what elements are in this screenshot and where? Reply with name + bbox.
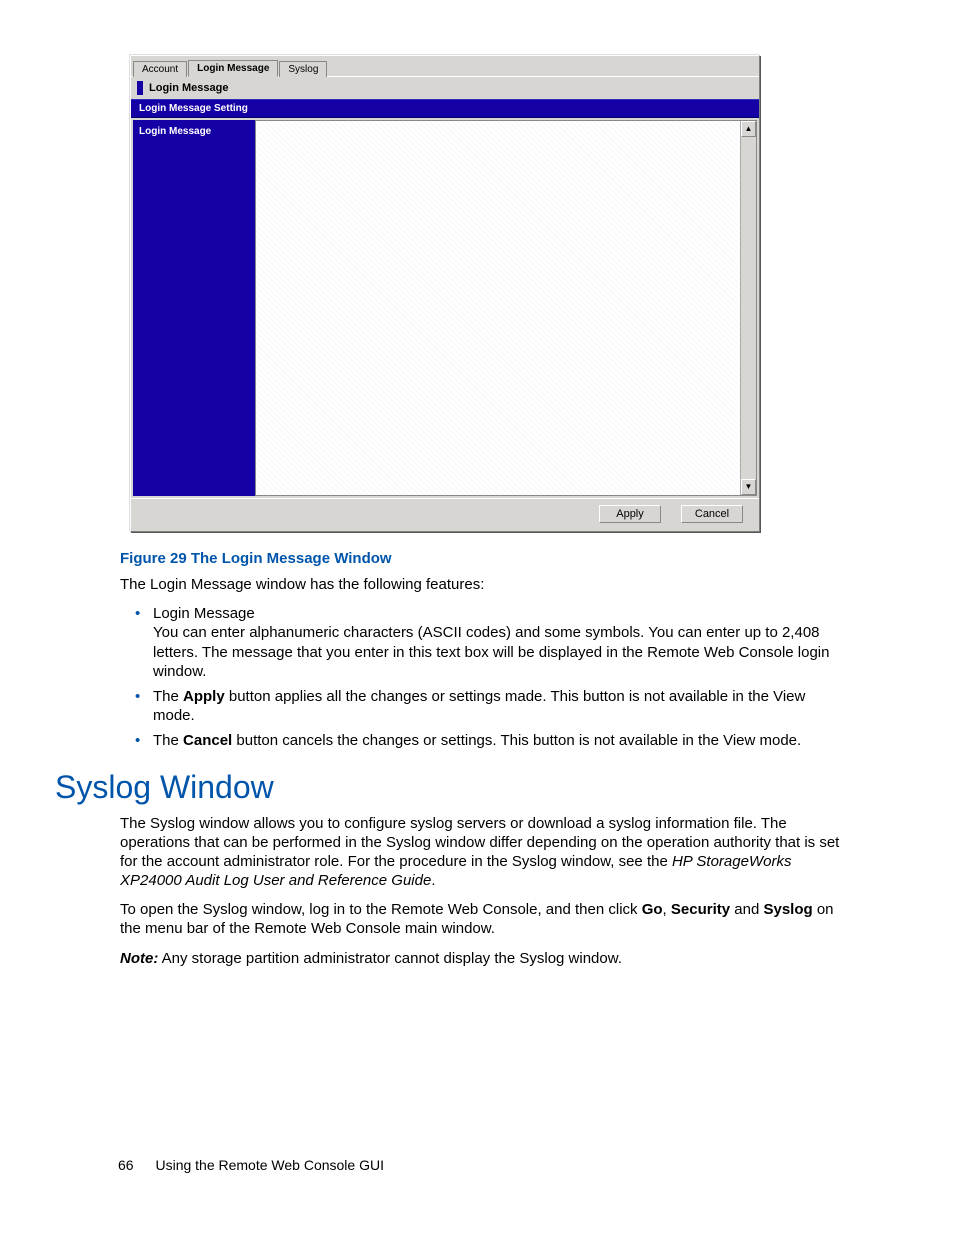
bullet-heading: Login Message <box>153 605 255 622</box>
figure-caption: Figure 29 The Login Message Window <box>120 550 854 567</box>
login-message-textarea[interactable] <box>256 121 740 495</box>
button-row: Apply Cancel <box>131 498 759 531</box>
accent-bar-icon <box>137 81 143 95</box>
list-item: The Cancel button cancels the changes or… <box>135 731 840 750</box>
panel-title: Login Message <box>131 76 759 99</box>
footer-title: Using the Remote Web Console GUI <box>155 1157 384 1173</box>
page-number: 66 <box>118 1157 134 1173</box>
section-heading: Syslog Window <box>55 769 854 806</box>
bullet-body: You can enter alphanumeric characters (A… <box>153 624 829 679</box>
syslog-paragraph-1: The Syslog window allows you to configur… <box>120 814 840 891</box>
tab-account[interactable]: Account <box>133 61 187 77</box>
tab-row: Account Login Message Syslog <box>131 56 759 76</box>
feature-list: Login Message You can enter alphanumeric… <box>135 604 840 750</box>
cancel-button[interactable]: Cancel <box>681 505 743 523</box>
panel-subheader: Login Message Setting <box>131 99 759 118</box>
tab-login-message[interactable]: Login Message <box>188 60 278 77</box>
tab-syslog[interactable]: Syslog <box>279 61 327 77</box>
page-footer: 66 Using the Remote Web Console GUI <box>118 1157 384 1173</box>
list-item: The Apply button applies all the changes… <box>135 687 840 725</box>
login-message-textarea-wrap: ▲ ▼ <box>255 120 757 496</box>
note-label: Note: <box>120 950 158 967</box>
panel-title-text: Login Message <box>149 82 228 94</box>
side-label: Login Message <box>133 120 255 496</box>
list-item: Login Message You can enter alphanumeric… <box>135 604 840 681</box>
scroll-up-icon[interactable]: ▲ <box>741 121 756 137</box>
login-message-window: Account Login Message Syslog Login Messa… <box>130 55 760 532</box>
scroll-down-icon[interactable]: ▼ <box>741 479 756 495</box>
content-row: Login Message ▲ ▼ <box>131 118 759 498</box>
apply-word: Apply <box>183 688 225 705</box>
vertical-scrollbar[interactable]: ▲ ▼ <box>740 121 756 495</box>
intro-paragraph: The Login Message window has the followi… <box>120 575 840 594</box>
syslog-note: Note: Any storage partition administrato… <box>120 949 840 968</box>
cancel-word: Cancel <box>183 732 232 749</box>
syslog-paragraph-2: To open the Syslog window, log in to the… <box>120 900 840 938</box>
apply-button[interactable]: Apply <box>599 505 661 523</box>
